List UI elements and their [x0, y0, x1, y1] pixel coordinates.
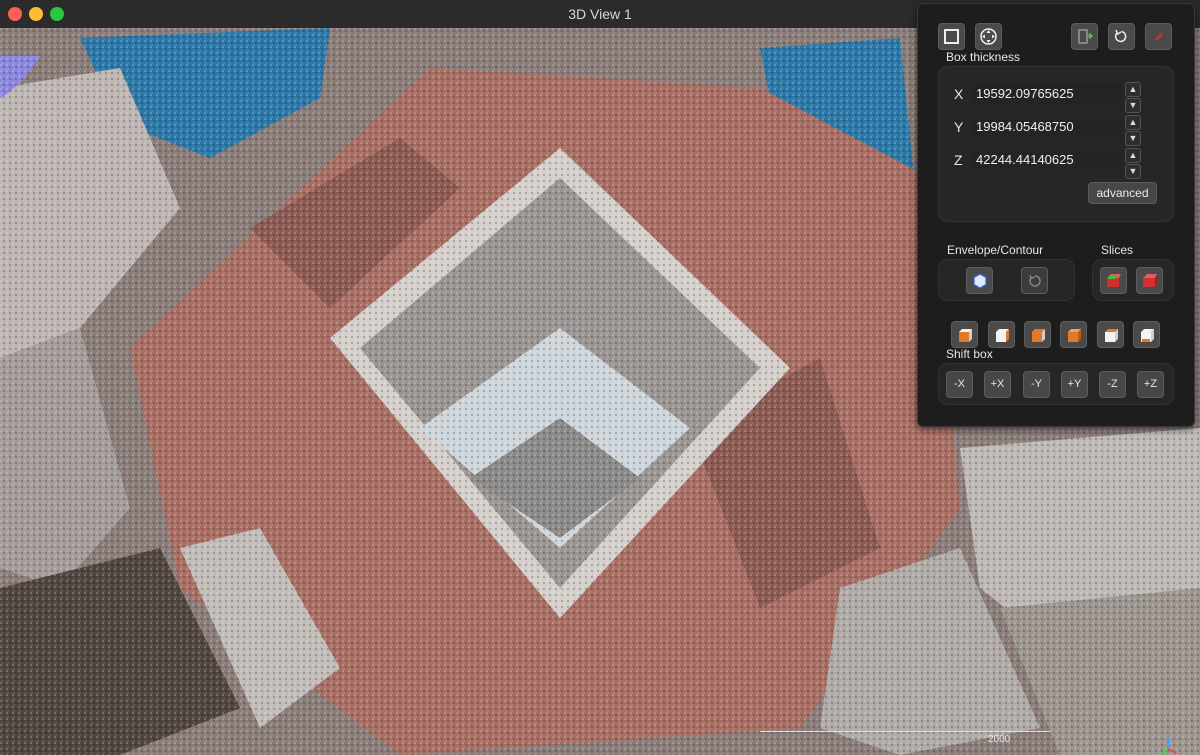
- cube-top-icon[interactable]: [1097, 321, 1124, 348]
- slice-red-green-icon[interactable]: [1100, 267, 1127, 294]
- box-select-icon[interactable]: [938, 23, 965, 50]
- scale-bar: [760, 731, 1050, 732]
- cube-bottom-icon[interactable]: [1133, 321, 1160, 348]
- reset-icon[interactable]: [1108, 23, 1135, 50]
- box-thickness-label: Box thickness: [946, 50, 1021, 64]
- chevron-up-icon[interactable]: ▲: [1125, 82, 1141, 97]
- slices-label: Slices: [1101, 243, 1134, 257]
- cube-front-icon[interactable]: [951, 321, 978, 348]
- chevron-up-icon[interactable]: ▲: [1125, 148, 1141, 163]
- advanced-button[interactable]: advanced: [1088, 182, 1157, 204]
- box-section-panel: Box thickness X ▲ ▼ Y ▲ ▼ Z ▲ ▼ advanced…: [917, 3, 1195, 427]
- shift-plus-z-button[interactable]: +Z: [1137, 371, 1164, 398]
- shift-box-group: -X +X -Y +Y -Z +Z: [938, 363, 1174, 405]
- cube-right-icon[interactable]: [1060, 321, 1087, 348]
- move-cross-icon[interactable]: [975, 23, 1002, 50]
- scale-bar-label: 2000: [988, 734, 1011, 745]
- axes-trihedron-icon: [1160, 738, 1177, 755]
- close-red-icon[interactable]: [1145, 23, 1172, 50]
- x-axis-label: X: [954, 86, 964, 102]
- x-thickness-field[interactable]: [972, 84, 1122, 104]
- cube-left-icon[interactable]: [1024, 321, 1051, 348]
- slice-red-icon[interactable]: [1136, 267, 1163, 294]
- y-thickness-field[interactable]: [972, 117, 1122, 137]
- shift-minus-z-button[interactable]: -Z: [1099, 371, 1126, 398]
- shift-plus-y-button[interactable]: +Y: [1061, 371, 1088, 398]
- shift-minus-y-button[interactable]: -Y: [1023, 371, 1050, 398]
- chevron-down-icon[interactable]: ▼: [1125, 164, 1141, 179]
- chevron-up-icon[interactable]: ▲: [1125, 115, 1141, 130]
- shift-plus-x-button[interactable]: +X: [984, 371, 1011, 398]
- chevron-down-icon[interactable]: ▼: [1125, 98, 1141, 113]
- y-thickness-stepper[interactable]: ▲ ▼: [1125, 115, 1141, 147]
- chevron-down-icon[interactable]: ▼: [1125, 131, 1141, 146]
- envelope-contour-group: [938, 259, 1075, 301]
- contour-reset-icon[interactable]: [1021, 267, 1048, 294]
- shift-minus-x-button[interactable]: -X: [946, 371, 973, 398]
- z-thickness-stepper[interactable]: ▲ ▼: [1125, 148, 1141, 180]
- export-icon[interactable]: [1071, 23, 1098, 50]
- x-thickness-stepper[interactable]: ▲ ▼: [1125, 82, 1141, 114]
- slices-group: [1092, 259, 1174, 301]
- box-thickness-group: X ▲ ▼ Y ▲ ▼ Z ▲ ▼ advanced: [938, 66, 1174, 222]
- hexagon-envelope-icon[interactable]: [966, 267, 993, 294]
- z-axis-label: Z: [954, 152, 963, 168]
- y-axis-label: Y: [954, 119, 964, 135]
- envelope-contour-label: Envelope/Contour: [947, 243, 1044, 257]
- z-thickness-field[interactable]: [972, 150, 1122, 170]
- shift-box-label: Shift box: [946, 347, 993, 361]
- cube-back-icon[interactable]: [988, 321, 1015, 348]
